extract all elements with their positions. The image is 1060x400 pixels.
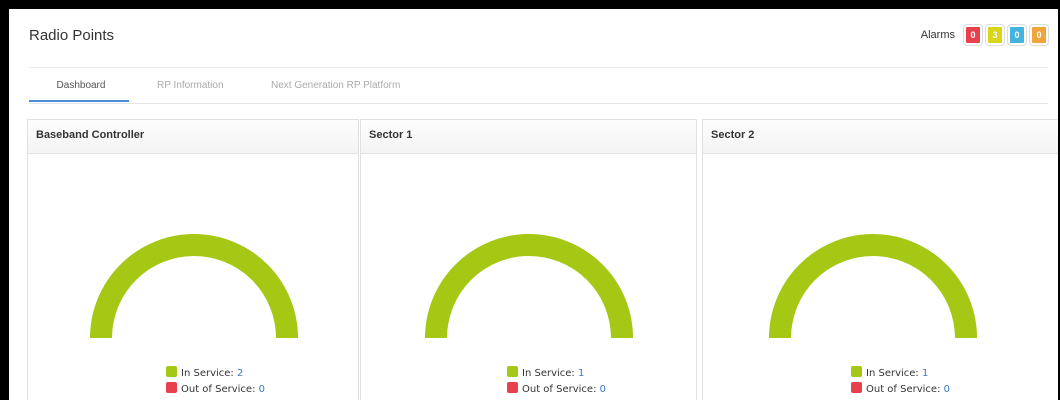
legend-out-of-service: Out of Service: 0 <box>851 382 950 398</box>
tab-rp-information[interactable]: RP Information <box>155 77 226 101</box>
panel-sector-1: Sector 1 In Service: 1 Out of Service: 0 <box>360 119 697 400</box>
tab-dashboard[interactable]: Dashboard <box>29 77 133 102</box>
legend-in-service: In Service: 2 <box>166 366 265 382</box>
alarm-badge-critical[interactable]: 0 <box>963 24 983 46</box>
in-service-label: In Service: <box>866 368 919 379</box>
out-of-service-value: 0 <box>943 384 951 395</box>
panel-title: Baseband Controller <box>28 120 358 154</box>
panel-title: Sector 1 <box>361 120 696 154</box>
out-of-service-value: 0 <box>599 384 607 395</box>
gauge-legend: In Service: 2 Out of Service: 0 <box>166 366 265 398</box>
page-title: Radio Points <box>29 27 115 44</box>
out-of-service-swatch <box>851 382 862 393</box>
in-service-swatch <box>851 366 862 377</box>
in-service-label: In Service: <box>522 368 575 379</box>
panel-body: In Service: 1 Out of Service: 0 <box>361 154 696 400</box>
tab-dashboard-label: Dashboard <box>56 80 106 91</box>
in-service-swatch <box>166 366 177 377</box>
gauge-legend: In Service: 1 Out of Service: 0 <box>507 366 606 398</box>
alarms-label: Alarms <box>920 29 955 41</box>
tab-rp-information-label: RP Information <box>157 80 224 91</box>
in-service-label: In Service: <box>181 368 234 379</box>
alarm-badge-minor[interactable]: 0 <box>1007 24 1027 46</box>
in-service-gauge <box>90 234 298 338</box>
in-service-value: 1 <box>921 368 929 379</box>
out-of-service-swatch <box>507 382 518 393</box>
alarms-summary: Alarms 0 3 0 0 <box>920 24 1049 46</box>
in-service-value: 1 <box>577 368 585 379</box>
tab-next-generation-rp-platform-label: Next Generation RP Platform <box>271 80 401 91</box>
gauge-arc-in-service <box>425 234 633 338</box>
legend-out-of-service: Out of Service: 0 <box>507 382 606 398</box>
legend-out-of-service: Out of Service: 0 <box>166 382 265 398</box>
out-of-service-label: Out of Service: <box>522 384 597 395</box>
tab-bar: Dashboard RP Information Next Generation… <box>29 69 1048 104</box>
gauge-arc-in-service <box>90 234 298 338</box>
gauge-legend: In Service: 1 Out of Service: 0 <box>851 366 950 398</box>
active-tab-indicator <box>29 100 129 102</box>
panel-body: In Service: 2 Out of Service: 0 <box>28 154 358 400</box>
gauge-arc-in-service <box>769 234 977 338</box>
alarm-badge-warning[interactable]: 0 <box>1029 24 1049 46</box>
in-service-gauge <box>769 234 977 338</box>
out-of-service-label: Out of Service: <box>181 384 256 395</box>
page-header: Radio Points Alarms 0 3 0 0 <box>29 23 1049 53</box>
out-of-service-value: 0 <box>258 384 266 395</box>
out-of-service-label: Out of Service: <box>866 384 941 395</box>
panel-title: Sector 2 <box>703 120 1058 154</box>
panel-body: In Service: 1 Out of Service: 0 <box>703 154 1058 400</box>
header-divider <box>29 67 1048 68</box>
alarm-badge-major[interactable]: 3 <box>985 24 1005 46</box>
out-of-service-swatch <box>166 382 177 393</box>
app-window: Radio Points Alarms 0 3 0 0 Dashboard RP… <box>0 0 1060 400</box>
in-service-gauge <box>425 234 633 338</box>
in-service-swatch <box>507 366 518 377</box>
panel-sector-2: Sector 2 In Service: 1 Out of Service: 0 <box>702 119 1058 400</box>
in-service-value: 2 <box>236 368 244 379</box>
tab-next-generation-rp-platform[interactable]: Next Generation RP Platform <box>269 77 402 101</box>
legend-in-service: In Service: 1 <box>851 366 950 382</box>
legend-in-service: In Service: 1 <box>507 366 606 382</box>
panel-baseband-controller: Baseband Controller In Service: 2 Out of… <box>27 119 359 400</box>
